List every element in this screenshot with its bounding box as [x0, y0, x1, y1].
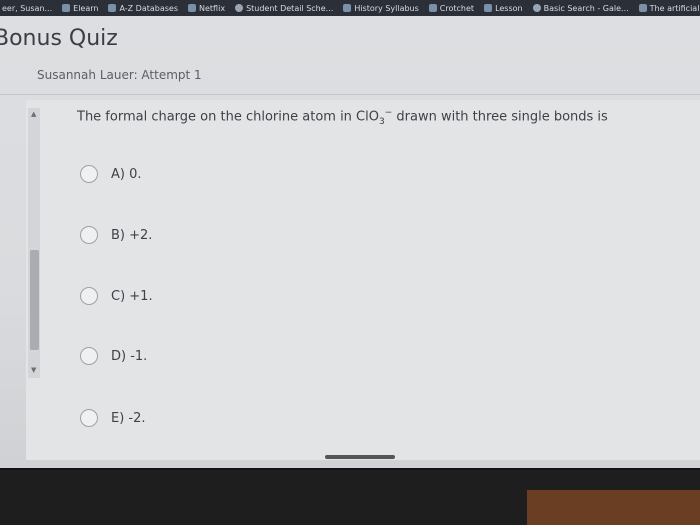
option-label: B) +2.: [111, 227, 153, 243]
bookmark-databases[interactable]: A-Z Databases: [108, 4, 178, 13]
image-icon: [638, 4, 647, 12]
globe-icon: [532, 4, 541, 12]
option-label: E) -2.: [111, 410, 146, 426]
bookmark-basic-search[interactable]: Basic Search - Gale...: [532, 4, 629, 13]
option-d[interactable]: D) -1.: [80, 347, 147, 365]
globe-icon: [235, 4, 244, 12]
a-icon: [428, 4, 437, 12]
page-title: Bonus Quiz: [0, 26, 118, 51]
radio-button[interactable]: [80, 409, 98, 427]
bookmark-history-syllabus[interactable]: History Syllabus: [343, 4, 419, 13]
bookmark-elearn[interactable]: Elearn: [62, 4, 98, 13]
option-label: C) +1.: [111, 288, 153, 304]
radio-button[interactable]: [80, 287, 98, 305]
bookmark-student-detail[interactable]: Student Detail Sche...: [235, 4, 333, 13]
bookmark-netflix[interactable]: Netflix: [188, 4, 225, 13]
bookmark-susan[interactable]: eer, Susan...: [2, 4, 52, 13]
radio-button[interactable]: [80, 226, 98, 244]
d2l-icon: [343, 4, 352, 12]
option-b[interactable]: B) +2.: [80, 226, 152, 244]
screen-handle: [325, 455, 395, 459]
radio-button[interactable]: [80, 165, 98, 183]
desk-surface: [527, 490, 700, 525]
attempt-label: Susannah Lauer: Attempt 1: [37, 68, 202, 82]
bookmark-icon: [108, 4, 117, 12]
bookmark-crotchet[interactable]: Crotchet: [428, 4, 474, 13]
bookmarks-bar: eer, Susan... Elearn A-Z Databases Netfl…: [0, 0, 700, 16]
option-c[interactable]: C) +1.: [80, 287, 153, 305]
bookmark-lesson[interactable]: Lesson: [484, 4, 523, 13]
question-text: The formal charge on the chlorine atom i…: [77, 108, 608, 127]
radio-button[interactable]: [80, 347, 98, 365]
question-panel: [26, 100, 700, 460]
option-e[interactable]: E) -2.: [80, 409, 146, 427]
option-a[interactable]: A) 0.: [80, 165, 142, 183]
option-label: A) 0.: [111, 166, 142, 182]
option-label: D) -1.: [111, 348, 148, 364]
scrollbar-thumb[interactable]: [30, 250, 39, 350]
divider: [0, 94, 700, 95]
netflix-icon: [188, 4, 197, 12]
bookmark-artificial[interactable]: The artificial...: [638, 4, 700, 13]
lesson-icon: [484, 4, 493, 12]
scroll-up-icon[interactable]: ▲: [31, 110, 36, 118]
scroll-down-icon[interactable]: ▼: [31, 366, 36, 374]
d2l-icon: [62, 4, 71, 12]
